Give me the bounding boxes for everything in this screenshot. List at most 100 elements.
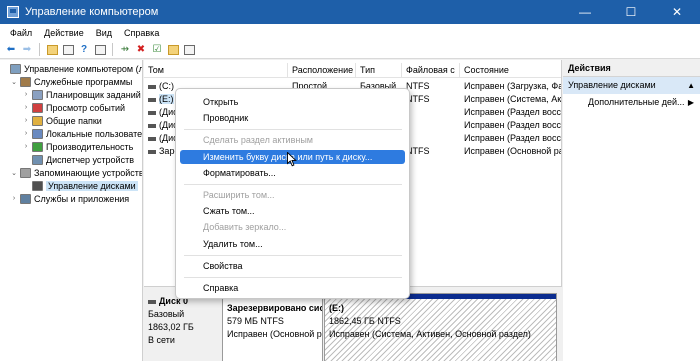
actions-more-label: Дополнительные дей... [588,97,685,107]
volume-icon [148,149,156,154]
console-tree-icon[interactable] [61,43,75,57]
context-menu-item[interactable]: Свойства [180,259,405,273]
menu-view[interactable]: Вид [90,28,118,38]
tree-node-icon [32,128,43,139]
context-menu-item[interactable]: Открыть [180,95,405,109]
context-menu-item: Расширить том... [203,190,275,200]
disk-size: 1863,02 ГБ [148,322,194,332]
context-menu-item[interactable]: Справка [180,281,405,295]
column-header-type[interactable]: Тип [356,63,402,78]
menu-separator [184,277,402,278]
tree-item-label: Общие папки [46,115,102,126]
volume-name: (E:) [159,94,174,104]
column-header-volume[interactable]: Том [144,63,288,78]
actions-section-disk-management[interactable]: Управление дисками ▲ [563,77,700,94]
maximize-button[interactable]: ☐ [608,0,654,24]
computer-management-icon [7,6,19,18]
cell-filesystem: NTFS [406,146,430,156]
minimize-button[interactable]: — [562,0,608,24]
partition-e[interactable]: (E:) 1862,45 ГБ NTFS Исправен (Система, … [324,293,557,361]
expander-icon[interactable]: › [22,130,30,137]
context-menu-item[interactable]: Проводник [180,111,405,125]
tree-item-label: Диспетчер устройств [46,154,134,165]
actions-section-label: Управление дисками [568,80,656,90]
cell-status: Исправен (Загрузка, Фай [464,81,562,91]
tree-item[interactable]: › Планировщик заданий [22,88,141,101]
column-header-layout[interactable]: Расположение [288,63,356,78]
cell-status: Исправен (Раздел восст [464,133,562,143]
actions-pane: Действия Управление дисками ▲ Дополнител… [563,60,700,361]
mouse-cursor-icon [287,152,297,167]
cell-filesystem: NTFS [406,94,430,104]
menu-help[interactable]: Справка [118,28,165,38]
expander-icon[interactable]: › [10,195,18,202]
action-pane-icon[interactable] [182,43,196,57]
context-menu-item[interactable]: Удалить том... [180,237,405,251]
connect-icon[interactable]: ⇸ [118,43,132,57]
volume-name: (C:) [159,81,174,91]
help-icon[interactable]: ? [77,43,91,57]
expander-icon[interactable]: ⌄ [10,169,18,177]
tree-item-label: Управление дисками [46,180,138,191]
column-header-status[interactable]: Состояние [460,63,561,78]
disk-kind: Базовый [148,309,185,319]
partition-status: Исправен (Основной р [227,329,322,339]
disk-label[interactable]: Диск 0 Базовый 1863,02 ГБ В сети [148,295,218,361]
toolbar-separator [39,43,40,56]
properties-icon[interactable] [93,43,107,57]
toolbar: ⬅ ➡ ? ⇸ ✖ ☑ [0,41,700,59]
actions-header: Действия [563,60,700,77]
tree-node-icon [32,102,43,113]
tree-item[interactable]: Диспетчер устройств [22,153,134,166]
expander-icon[interactable]: › [22,117,30,124]
tree-item[interactable]: › Службы и приложения [10,192,129,205]
folder-search-icon[interactable] [166,43,180,57]
tree-node-icon [32,141,43,152]
tree-item[interactable]: › Просмотр событий [22,101,125,114]
tree-item[interactable]: › Общие папки [22,114,102,127]
close-button[interactable]: ✕ [654,0,700,24]
tree-item[interactable]: ⌄ Запоминающие устройств [10,166,143,179]
partition-size: 579 МБ NTFS [227,316,284,326]
tree-node-icon [20,76,31,87]
tree-item[interactable]: › Производительность [22,140,133,153]
partition-status: Исправен (Система, Активен, Основной раз… [329,329,531,339]
checklist-icon[interactable]: ☑ [150,43,164,57]
context-menu-item: Сделать раздел активным [203,135,313,146]
actions-more[interactable]: Дополнительные дей... ▶ [563,94,700,111]
back-icon[interactable]: ⬅ [4,43,18,57]
context-menu: Открыть Проводник Сделать раздел активным И… [175,88,410,299]
console-tree: Управление компьютером (л ⌄ Служебные прог… [0,60,143,361]
volume-icon [148,110,156,115]
menu-action[interactable]: Действие [38,28,90,38]
tree-item[interactable]: Управление дисками [22,179,138,192]
column-header-filesystem[interactable]: Файловая с [402,63,460,78]
expander-icon[interactable]: › [22,104,30,111]
partition-reserved[interactable]: Зарезервировано сис 579 МБ NTFS Исправен… [222,293,323,361]
tree-node-icon [20,167,31,178]
tree-item[interactable]: Управление компьютером (л [0,62,142,75]
delete-icon[interactable]: ✖ [134,43,148,57]
menu-separator [184,254,402,256]
tree-item-label: Производительность [46,141,134,152]
collapse-arrow-icon[interactable]: ▲ [687,77,700,94]
toolbar-separator [112,43,113,56]
forward-icon[interactable]: ➡ [20,43,34,57]
context-menu-item[interactable]: Сжать том... [180,204,405,218]
context-menu-item[interactable]: Форматировать... [180,166,405,180]
tree-item[interactable]: ⌄ Служебные программы [10,75,132,88]
tree-item[interactable]: › Локальные пользовате [22,127,142,140]
expander-icon[interactable]: › [22,91,30,98]
cell-status: Исправен (Раздел восст [464,107,562,117]
expander-icon[interactable]: › [22,143,30,150]
menu-file[interactable]: Файл [4,28,38,38]
expander-icon[interactable]: ⌄ [10,78,18,86]
tree-node-icon [10,63,21,74]
cell-filesystem [402,106,460,119]
up-folder-icon[interactable] [45,43,59,57]
tree-item-label: Планировщик заданий [46,89,141,100]
tree-item-label: Запоминающие устройств [34,167,143,178]
disk-icon [148,299,156,304]
partition-size: 1862,45 ГБ NTFS [329,316,401,326]
tree-item-label: Службы и приложения [34,193,130,204]
